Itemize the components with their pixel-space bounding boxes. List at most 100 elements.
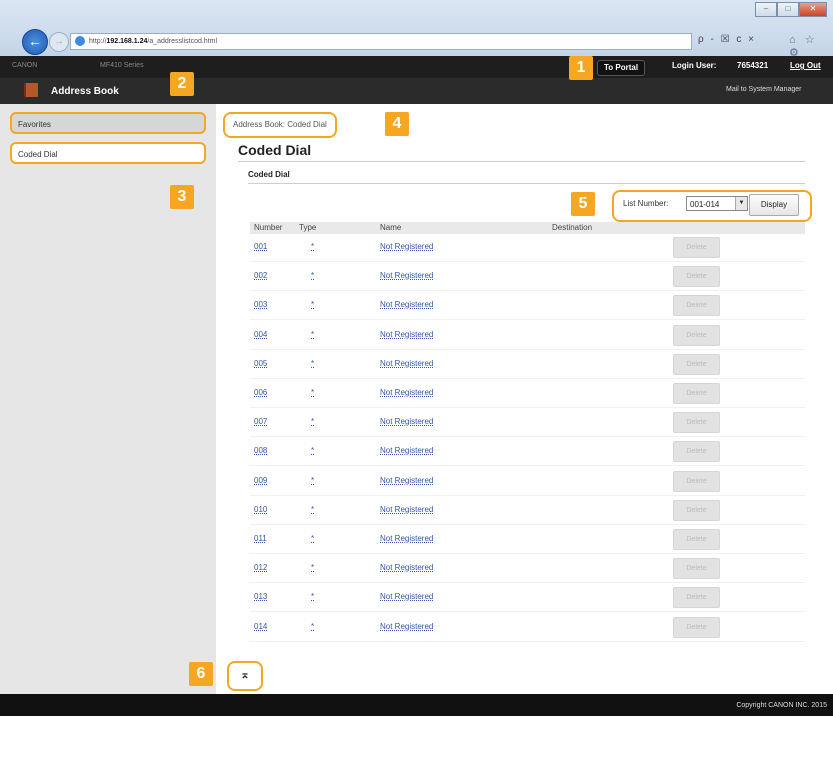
delete-button: Delete [673, 587, 720, 608]
login-user-value: 7654321 [737, 61, 769, 70]
back-arrow-icon[interactable]: ← [22, 29, 48, 55]
row-name-link[interactable]: Not Registered [380, 622, 433, 631]
row-type-link[interactable]: * [311, 446, 314, 455]
list-number-value: 001-014 [690, 200, 720, 209]
row-number-link[interactable]: 002 [254, 271, 267, 280]
address-bar[interactable]: http://192.168.1.24/a_addresslistcod.htm… [70, 33, 692, 50]
callout-marker-6: 6 [189, 662, 213, 686]
row-number-link[interactable]: 005 [254, 359, 267, 368]
row-number-link[interactable]: 010 [254, 505, 267, 514]
delete-button: Delete [673, 441, 720, 462]
sidebar-item-favorites[interactable]: Favorites [10, 112, 206, 134]
row-number-link[interactable]: 007 [254, 417, 267, 426]
delete-button: Delete [673, 325, 720, 346]
minimize-icon[interactable]: – [755, 2, 777, 17]
row-number-link[interactable]: 001 [254, 242, 267, 251]
device-model: MF410 Series [100, 62, 144, 69]
window-controls: – □ ✕ [755, 2, 827, 17]
sidebar-item-coded-dial[interactable]: Coded Dial [10, 142, 206, 164]
row-separator [250, 611, 805, 612]
delete-button: Delete [673, 529, 720, 550]
list-number-select[interactable]: 001-014 ▼ [686, 196, 748, 211]
row-type-link[interactable]: * [311, 592, 314, 601]
back-to-top-button[interactable]: ⌅ [227, 661, 263, 691]
row-number-link[interactable]: 004 [254, 330, 267, 339]
section-divider [248, 183, 805, 184]
row-name-link[interactable]: Not Registered [380, 505, 433, 514]
row-name-link[interactable]: Not Registered [380, 242, 433, 251]
row-name-link[interactable]: Not Registered [380, 388, 433, 397]
row-number-link[interactable]: 008 [254, 446, 267, 455]
row-name-link[interactable]: Not Registered [380, 417, 433, 426]
row-type-link[interactable]: * [311, 505, 314, 514]
row-type-link[interactable]: * [311, 388, 314, 397]
row-name-link[interactable]: Not Registered [380, 330, 433, 339]
app-title: Address Book [51, 86, 119, 97]
to-portal-button[interactable]: To Portal [597, 60, 646, 76]
close-icon[interactable]: ✕ [799, 2, 827, 17]
forward-arrow-icon[interactable]: → [49, 32, 69, 52]
row-number-link[interactable]: 014 [254, 622, 267, 631]
row-name-link[interactable]: Not Registered [380, 359, 433, 368]
address-bar-icons[interactable]: ρ - ☒ c × [698, 34, 756, 45]
row-separator [250, 378, 805, 379]
row-type-link[interactable]: * [311, 271, 314, 280]
column-header-name: Name [380, 223, 402, 232]
row-name-link[interactable]: Not Registered [380, 476, 433, 485]
column-header-number: Number [254, 223, 283, 232]
url-prefix: http:// [89, 38, 107, 45]
delete-button: Delete [673, 412, 720, 433]
callout-marker-5: 5 [571, 192, 595, 216]
url-path: /a_addresslistcod.html [147, 38, 218, 45]
row-number-link[interactable]: 011 [254, 534, 267, 543]
row-separator [250, 261, 805, 262]
row-type-link[interactable]: * [311, 476, 314, 485]
delete-button: Delete [673, 383, 720, 404]
breadcrumb[interactable]: Address Book: Coded Dial [223, 112, 337, 138]
display-button[interactable]: Display [749, 194, 799, 216]
delete-button: Delete [673, 354, 720, 375]
device-id: CANON [12, 62, 38, 69]
column-header-destination: Destination [552, 223, 593, 232]
row-number-link[interactable]: 012 [254, 563, 267, 572]
row-number-link[interactable]: 003 [254, 300, 267, 309]
row-type-link[interactable]: * [311, 417, 314, 426]
row-name-link[interactable]: Not Registered [380, 592, 433, 601]
row-type-link[interactable]: * [311, 242, 314, 251]
row-separator [250, 641, 805, 642]
delete-button: Delete [673, 237, 720, 258]
copyright: Copyright CANON INC. 2015 [736, 702, 827, 709]
chevron-down-icon[interactable]: ▼ [735, 197, 747, 210]
login-user-label: Login User: [672, 61, 717, 70]
row-type-link[interactable]: * [311, 622, 314, 631]
row-type-link[interactable]: * [311, 300, 314, 309]
delete-button: Delete [673, 617, 720, 638]
table-header [250, 222, 805, 234]
row-separator [250, 349, 805, 350]
row-type-link[interactable]: * [311, 563, 314, 572]
url-host: 192.168.1.24 [106, 38, 148, 45]
row-name-link[interactable]: Not Registered [380, 563, 433, 572]
row-separator [250, 319, 805, 320]
delete-button: Delete [673, 471, 720, 492]
mail-system-manager-link[interactable]: Mail to System Manager [726, 86, 801, 93]
row-type-link[interactable]: * [311, 359, 314, 368]
row-number-link[interactable]: 009 [254, 476, 267, 485]
row-name-link[interactable]: Not Registered [380, 446, 433, 455]
delete-button: Delete [673, 266, 720, 287]
row-name-link[interactable]: Not Registered [380, 271, 433, 280]
page-title: Coded Dial [238, 142, 312, 158]
logout-link[interactable]: Log Out [790, 61, 821, 70]
row-type-link[interactable]: * [311, 330, 314, 339]
row-number-link[interactable]: 013 [254, 592, 267, 601]
row-name-link[interactable]: Not Registered [380, 300, 433, 309]
address-book-icon [24, 83, 38, 97]
row-type-link[interactable]: * [311, 534, 314, 543]
row-name-link[interactable]: Not Registered [380, 534, 433, 543]
list-number-label: List Number: [623, 199, 669, 208]
maximize-icon[interactable]: □ [777, 2, 799, 17]
row-number-link[interactable]: 006 [254, 388, 267, 397]
delete-button: Delete [673, 295, 720, 316]
row-separator [250, 465, 805, 466]
row-separator [250, 495, 805, 496]
